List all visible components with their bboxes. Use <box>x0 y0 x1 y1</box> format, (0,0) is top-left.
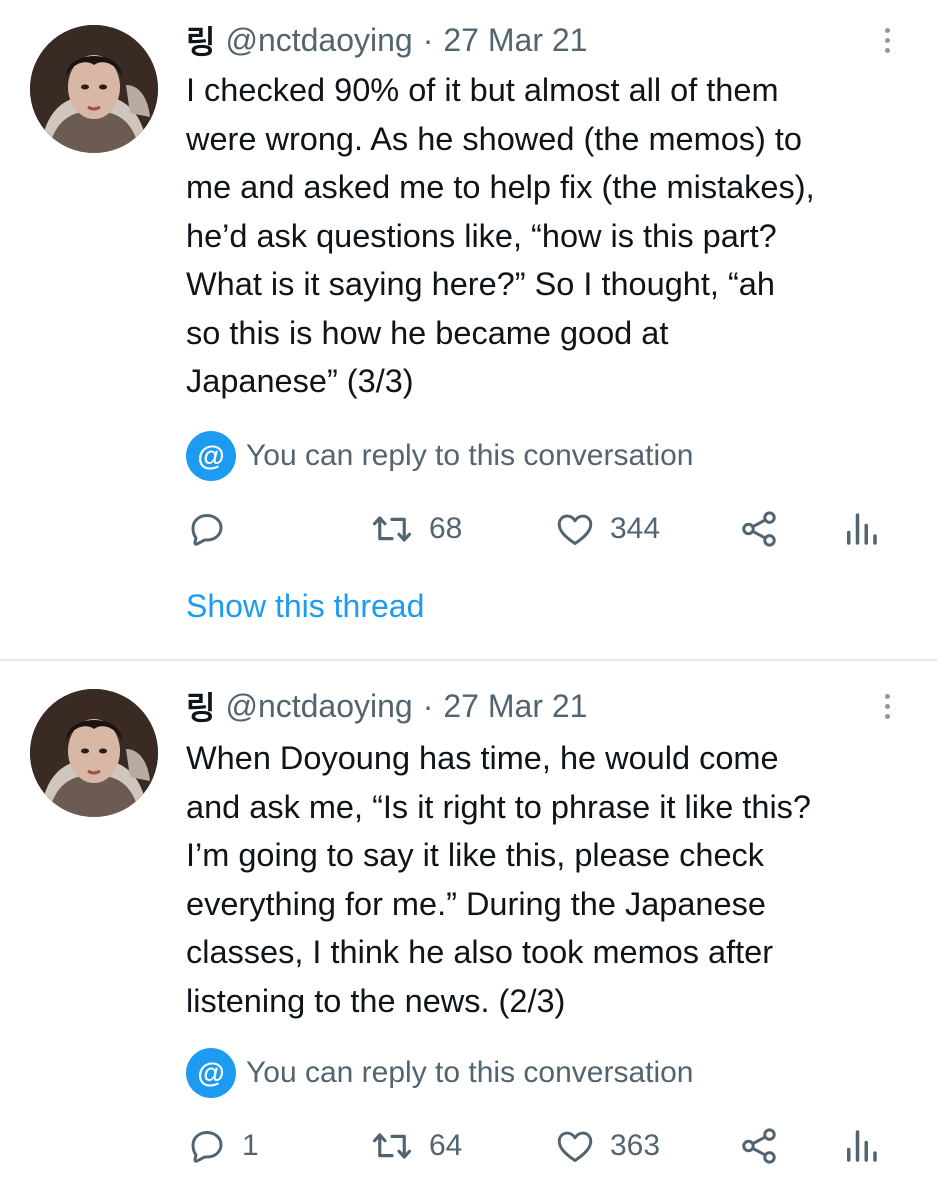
tweet-header: 링 @nctdaoying · 27 Mar 21 <box>186 683 587 729</box>
retweet-button[interactable]: 64 <box>369 1121 462 1171</box>
analytics-button[interactable] <box>843 1121 879 1171</box>
display-name[interactable]: 링 <box>186 17 215 63</box>
at-mention-icon: @ <box>186 1048 236 1098</box>
tweet-date[interactable]: 27 Mar 21 <box>443 688 587 725</box>
avatar[interactable] <box>30 25 158 153</box>
reply-notice-text: You can reply to this conversation <box>246 1056 694 1089</box>
display-name[interactable]: 링 <box>186 683 215 729</box>
reply-restriction-notice: @ You can reply to this conversation <box>186 1048 694 1098</box>
tweet-text: I checked 90% of it but almost all of th… <box>186 72 815 399</box>
reply-count: 1 <box>242 1129 259 1162</box>
tweet[interactable]: 링 @nctdaoying · 27 Mar 21 I checked 90% … <box>0 0 937 660</box>
reply-icon <box>191 1131 223 1163</box>
like-count: 363 <box>610 1129 661 1162</box>
avatar[interactable] <box>30 689 158 817</box>
reply-icon <box>191 514 223 546</box>
tweet-date[interactable]: 27 Mar 21 <box>443 22 587 59</box>
retweet-button[interactable]: 68 <box>369 504 462 554</box>
action-bar: 1 64 363 <box>186 1121 886 1171</box>
share-button[interactable] <box>738 1121 780 1171</box>
action-bar: 68 344 <box>186 504 886 554</box>
share-icon <box>742 511 776 547</box>
analytics-icon <box>847 513 877 545</box>
more-icon[interactable] <box>872 686 902 726</box>
like-icon <box>557 1131 593 1163</box>
analytics-button[interactable] <box>843 504 879 554</box>
user-handle[interactable]: @nctdaoying <box>225 688 412 725</box>
separator-dot: · <box>422 687 434 724</box>
share-button[interactable] <box>738 504 780 554</box>
user-handle[interactable]: @nctdaoying <box>225 22 412 59</box>
like-button[interactable]: 363 <box>554 1121 660 1171</box>
tweet[interactable]: 링 @nctdaoying · 27 Mar 21 When Doyoung h… <box>0 662 937 1200</box>
retweet-icon <box>372 516 412 542</box>
at-mention-icon: @ <box>186 431 236 481</box>
separator-dot: · <box>422 21 434 58</box>
like-button[interactable]: 344 <box>554 504 660 554</box>
analytics-icon <box>847 1130 877 1162</box>
tweet-header: 링 @nctdaoying · 27 Mar 21 <box>186 17 587 63</box>
reply-restriction-notice: @ You can reply to this conversation <box>186 431 694 481</box>
tweet-divider <box>0 659 937 661</box>
show-thread-link[interactable]: Show this thread <box>186 588 424 625</box>
tweet-text: When Doyoung has time, he would come and… <box>186 740 811 1019</box>
retweet-count: 68 <box>429 512 463 545</box>
reply-button[interactable] <box>186 504 242 554</box>
more-icon[interactable] <box>872 20 902 60</box>
retweet-icon <box>372 1133 412 1159</box>
like-icon <box>557 514 593 546</box>
like-count: 344 <box>610 512 661 545</box>
reply-button[interactable]: 1 <box>186 1121 259 1171</box>
share-icon <box>742 1128 776 1164</box>
reply-notice-text: You can reply to this conversation <box>246 439 694 472</box>
retweet-count: 64 <box>429 1129 463 1162</box>
